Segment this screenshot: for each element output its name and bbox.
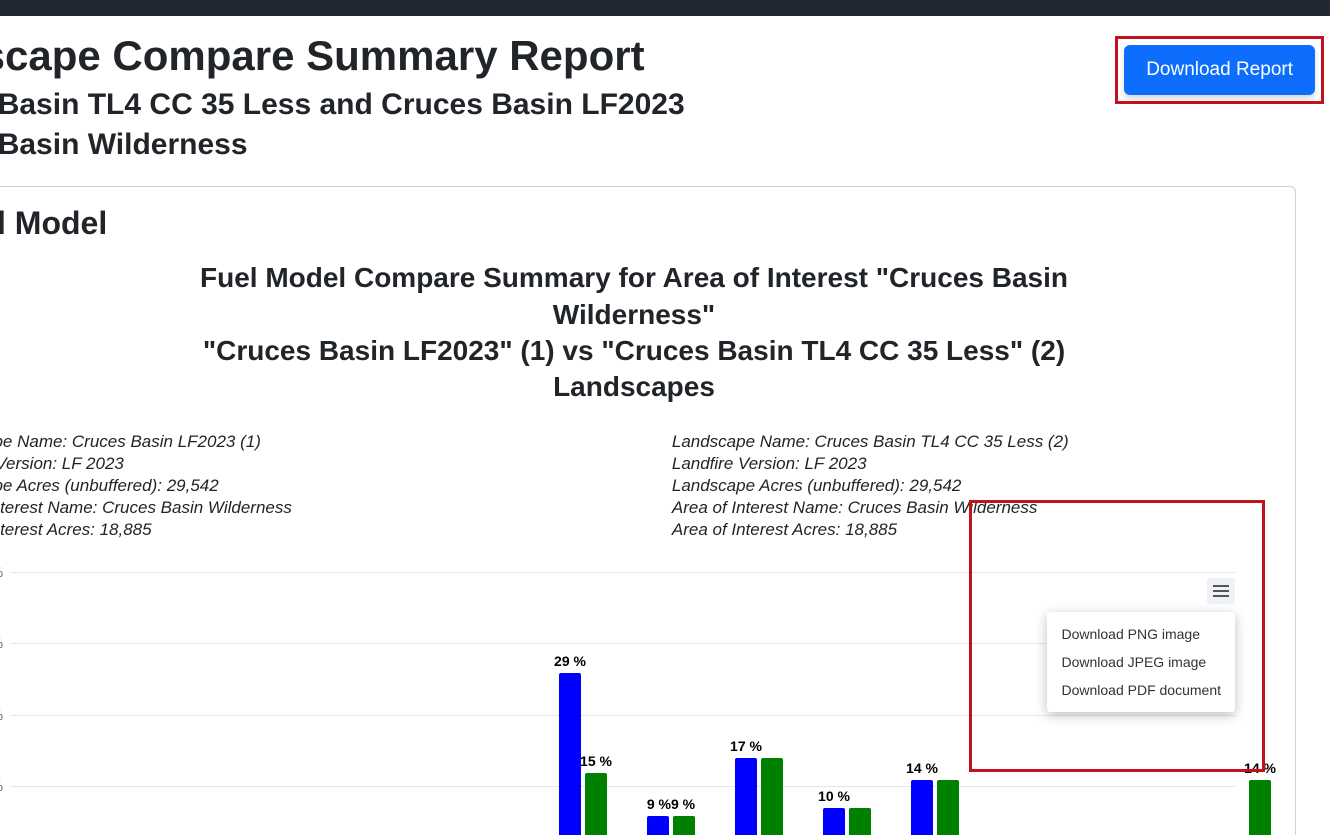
ls1-aoi-name: of Interest Name: Cruces Basin Wildernes… [0,498,292,518]
landscape-1-meta: scape Name: Cruces Basin LF2023 (1) fire… [0,430,292,542]
bar-value-label: 9 %9 % [647,796,695,812]
bar-series-2 [1249,780,1271,835]
bar-series-1 [911,780,933,835]
page-title: dscape Compare Summary Report [0,32,685,80]
report-header: dscape Compare Summary Report es Basin T… [0,16,1330,168]
ls2-aoi-acres: Area of Interest Acres: 18,885 [672,520,1069,540]
landscape-2-meta: Landscape Name: Cruces Basin TL4 CC 35 L… [672,430,1069,542]
bar-series-2 [937,780,959,835]
menu-download-png[interactable]: Download PNG image [1047,620,1235,648]
y-tick-label: 10% [0,778,3,794]
bar-value-label: 17 % [730,738,762,754]
bar-series-2 [673,816,695,835]
chart-area: Download PNG image Download JPEG image D… [0,566,1271,835]
ls2-version: Landfire Version: LF 2023 [672,454,1069,474]
hamburger-icon [1213,585,1229,587]
bar-series-2 [761,758,783,835]
bar-value-label: 29 % [554,653,586,669]
title-block: dscape Compare Summary Report es Basin T… [0,32,685,168]
bar-value-label: 14 % [1244,760,1276,776]
page-subtitle-2: es Basin Wilderness [0,128,685,162]
panel-heading: l Model [0,205,1271,242]
ls1-name: scape Name: Cruces Basin LF2023 (1) [0,432,292,452]
y-tick-label: 40% [0,564,3,580]
landscape-metadata: scape Name: Cruces Basin LF2023 (1) fire… [0,430,1271,542]
bar-series-2 [585,773,607,835]
bar-value-label: 14 % [906,760,938,776]
bar-series-1 [823,808,845,835]
bar-series-2 [849,808,871,835]
ls2-name: Landscape Name: Cruces Basin TL4 CC 35 L… [672,432,1069,452]
ls1-version: fire Version: LF 2023 [0,454,292,474]
bar-value-label: 10 % [818,788,850,804]
chart-export-menu: Download PNG image Download JPEG image D… [1047,612,1235,712]
bar-value-label: 15 % [580,753,612,769]
ls2-acres: Landscape Acres (unbuffered): 29,542 [672,476,1069,496]
bar-series-1 [735,758,757,835]
menu-download-pdf[interactable]: Download PDF document [1047,676,1235,704]
ls1-acres: scape Acres (unbuffered): 29,542 [0,476,292,496]
bar-series-1 [647,816,669,835]
chart-context-menu-button[interactable] [1207,578,1235,604]
bar-series-1 [559,673,581,835]
chart-title: Fuel Model Compare Summary for Area of I… [134,260,1134,406]
page-subtitle-1: es Basin TL4 CC 35 Less and Cruces Basin… [0,88,685,122]
ls1-aoi-acres: of Interest Acres: 18,885 [0,520,292,540]
menu-download-jpeg[interactable]: Download JPEG image [1047,648,1235,676]
download-report-button[interactable]: Download Report [1124,45,1315,95]
chart-title-line1: Fuel Model Compare Summary for Area of I… [200,262,1068,329]
y-tick-label: 20% [0,707,3,723]
chart-title-line2: "Cruces Basin LF2023" (1) vs "Cruces Bas… [203,335,1065,402]
fuel-model-panel: l Model Fuel Model Compare Summary for A… [0,186,1296,835]
ls2-aoi-name: Area of Interest Name: Cruces Basin Wild… [672,498,1069,518]
y-tick-label: 30% [0,635,3,651]
top-app-bar [0,0,1330,16]
download-button-highlight: Download Report [1115,36,1324,104]
